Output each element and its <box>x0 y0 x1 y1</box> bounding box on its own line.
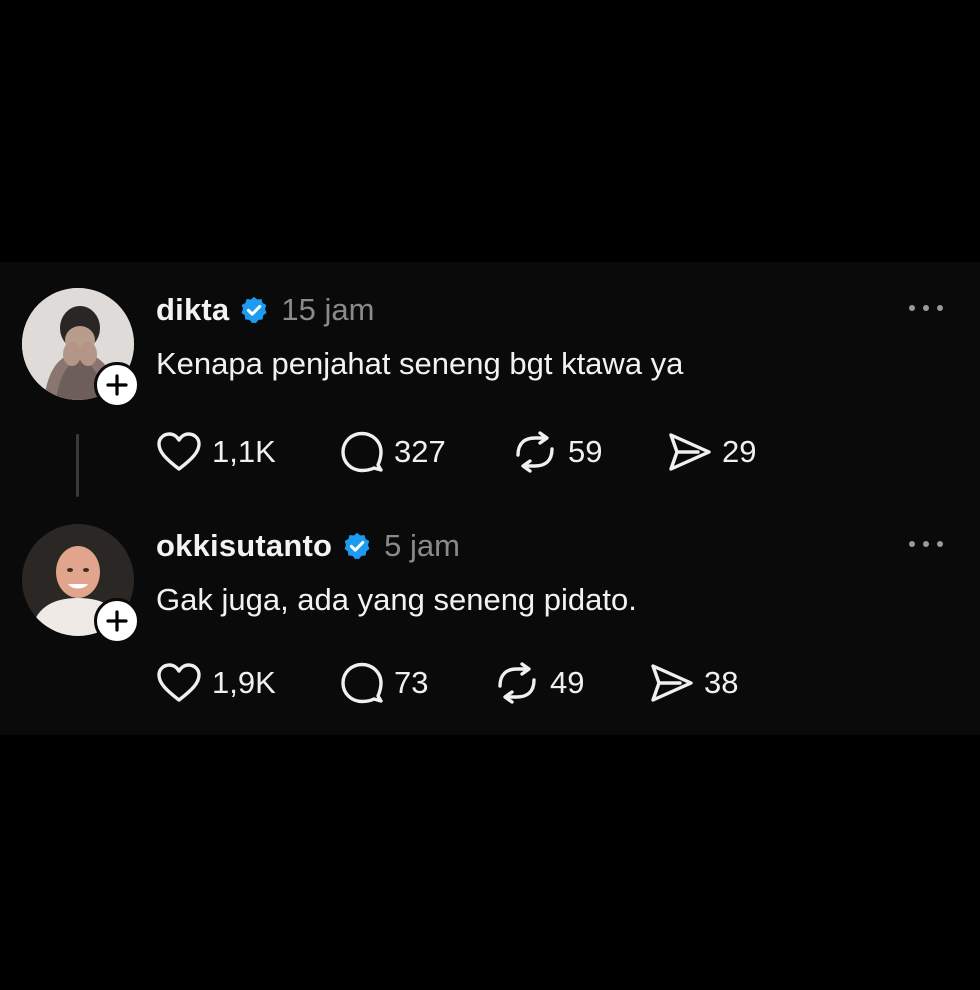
verified-icon <box>344 532 370 560</box>
verified-icon <box>241 296 267 324</box>
heart-icon <box>157 663 201 702</box>
more-icon[interactable] <box>906 298 946 318</box>
reply-button[interactable]: 327 <box>340 430 446 474</box>
repost-button[interactable]: 59 <box>512 430 602 474</box>
more-icon[interactable] <box>906 534 946 554</box>
post-header: dikta 15 jam <box>156 290 374 330</box>
like-count: 1,1K <box>212 434 276 469</box>
reply-count: 327 <box>394 434 446 469</box>
follow-button[interactable] <box>94 362 140 408</box>
repost-count: 49 <box>550 665 585 700</box>
heart-icon <box>157 432 201 471</box>
share-button[interactable]: 29 <box>668 430 756 474</box>
timestamp: 5 jam <box>384 528 460 563</box>
repost-count: 59 <box>568 434 603 469</box>
share-icon <box>651 664 693 702</box>
plus-icon <box>106 374 128 396</box>
reply-button[interactable]: 73 <box>340 661 428 705</box>
post-header: okkisutanto 5 jam <box>156 526 460 566</box>
post-text: Kenapa penjahat seneng bgt ktawa ya <box>156 346 684 381</box>
share-count: 38 <box>704 665 739 700</box>
comment-icon <box>341 431 383 473</box>
share-icon <box>669 433 711 471</box>
plus-icon <box>106 610 128 632</box>
like-button[interactable]: 1,1K <box>156 430 276 474</box>
follow-button[interactable] <box>94 598 140 644</box>
thread-line <box>76 434 79 497</box>
username[interactable]: okkisutanto <box>156 528 332 564</box>
username[interactable]: dikta <box>156 292 229 328</box>
like-button[interactable]: 1,9K <box>156 661 276 705</box>
share-count: 29 <box>722 434 757 469</box>
post-text: Gak juga, ada yang seneng pidato. <box>156 582 637 617</box>
repost-icon <box>516 431 554 473</box>
timestamp: 15 jam <box>281 292 375 327</box>
repost-button[interactable]: 49 <box>494 661 584 705</box>
repost-icon <box>498 662 536 704</box>
action-bar: 1,9K 73 49 38 <box>156 661 796 705</box>
share-button[interactable]: 38 <box>650 661 738 705</box>
action-bar: 1,1K 327 59 29 <box>156 430 796 474</box>
reply-count: 73 <box>394 665 429 700</box>
comment-icon <box>341 662 383 704</box>
like-count: 1,9K <box>212 665 276 700</box>
